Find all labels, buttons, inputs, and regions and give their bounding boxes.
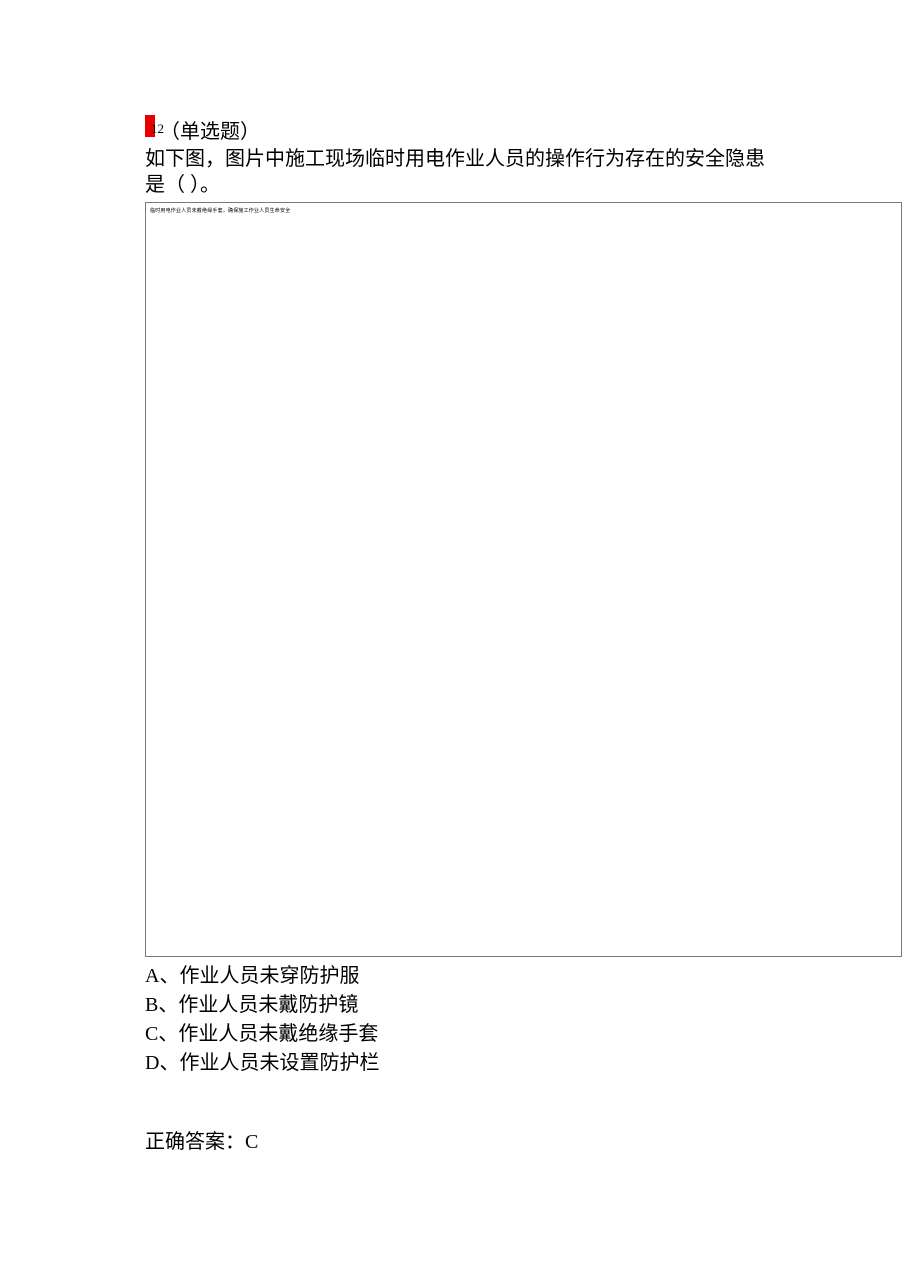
option-b: B、作业人员未戴防护镜 — [145, 992, 775, 1019]
option-c: C、作业人员未戴绝缘手套 — [145, 1021, 775, 1048]
question-header: 12 （单选题） — [145, 115, 775, 144]
question-text: 如下图，图片中施工现场临时用电作业人员的操作行为存在的安全隐患是（ ）。 — [145, 146, 775, 198]
option-d: D、作业人员未设置防护栏 — [145, 1050, 775, 1077]
question-image-placeholder: 临时用电作业人员未戴绝缘手套，确保施工作业人员生命安全 — [145, 202, 902, 957]
option-a: A、作业人员未穿防护服 — [145, 963, 775, 990]
question-type: （单选题） — [160, 115, 260, 144]
correct-answer: 正确答案：C — [145, 1125, 775, 1154]
options-list: A、作业人员未穿防护服 B、作业人员未戴防护镜 C、作业人员未戴绝缘手套 D、作… — [145, 963, 775, 1077]
question-block: 12 （单选题） 如下图，图片中施工现场临时用电作业人员的操作行为存在的安全隐患… — [0, 0, 920, 1154]
image-caption-badge: 临时用电作业人员未戴绝缘手套，确保施工作业人员生命安全 — [150, 207, 290, 214]
